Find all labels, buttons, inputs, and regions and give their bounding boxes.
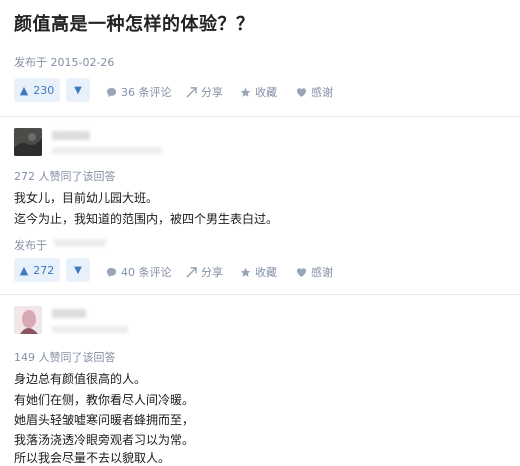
answer-vote-count: 272 (33, 263, 55, 277)
answer-upvote-button[interactable]: ▲ 272 (14, 258, 60, 282)
question-upvote-button[interactable]: ▲ 230 (14, 78, 60, 102)
question-downvote-button[interactable]: ▼ (66, 78, 90, 102)
question-collect-label: 收藏 (255, 86, 277, 99)
heart-icon (296, 87, 307, 97)
question-comments-label: 36 条评论 (121, 86, 172, 99)
answer-text-line: 所以我会尽量不去以貌取人。 (14, 451, 171, 465)
answer-comments-button[interactable]: 40 条评论 (106, 264, 172, 280)
star-icon (240, 87, 251, 97)
divider (0, 116, 520, 117)
answer-collect-label: 收藏 (255, 266, 277, 279)
question-comments-button[interactable]: 36 条评论 (106, 84, 172, 100)
author-bio-redacted (52, 147, 162, 154)
answer-thanks-label: 感谢 (311, 266, 333, 279)
answer-text-line: 我落汤浇透冷眼旁观者习以为常。 (14, 433, 195, 447)
answer-collect-button[interactable]: 收藏 (240, 264, 277, 280)
answer-text-line: 身边总有颜值很高的人。 (14, 372, 147, 386)
divider (0, 294, 520, 295)
arrow-up-icon: ▲ (19, 83, 29, 97)
question-vote-count: 230 (33, 83, 55, 97)
star-icon (240, 267, 251, 277)
author-bio-redacted (52, 326, 128, 333)
avatar-image (14, 306, 42, 334)
answer-likes-count: 149 人赞同了该回答 (14, 351, 116, 364)
question-thanks-button[interactable]: 感谢 (296, 84, 333, 100)
arrow-down-icon: ▼ (74, 264, 82, 276)
avatar[interactable] (14, 128, 42, 156)
question-share-button[interactable]: 分享 (186, 84, 223, 100)
avatar-image (14, 128, 42, 156)
answer-likes-count: 272 人赞同了该回答 (14, 170, 116, 183)
share-icon (186, 86, 197, 98)
answer-share-button[interactable]: 分享 (186, 264, 223, 280)
author-name-redacted (52, 131, 90, 140)
answer-text-line: 迄今为止，我知道的范围内，被四个男生表白过。 (14, 212, 279, 226)
answer-text-line: 有她们在侧，教你看尽人间冷暖。 (14, 393, 195, 407)
comment-bubble-icon (106, 87, 117, 97)
share-icon (186, 266, 197, 278)
question-collect-button[interactable]: 收藏 (240, 84, 277, 100)
answer-published-prefix: 发布于 (14, 239, 47, 252)
answer-text-line: 她眉头轻皱嘘寒问暖者蜂拥而至， (14, 413, 195, 427)
arrow-down-icon: ▼ (74, 84, 82, 96)
author-name-redacted (52, 309, 86, 318)
comment-bubble-icon (106, 267, 117, 277)
question-thanks-label: 感谢 (311, 86, 333, 99)
question-share-label: 分享 (201, 86, 223, 99)
answer-downvote-button[interactable]: ▼ (66, 258, 90, 282)
question-published-date: 发布于 2015-02-26 (14, 56, 115, 69)
arrow-up-icon: ▲ (19, 263, 29, 277)
answer-comments-label: 40 条评论 (121, 266, 172, 279)
heart-icon (296, 267, 307, 277)
answer-text-line: 我女儿，目前幼儿园大班。 (14, 191, 159, 205)
answer-published-date-redacted (54, 239, 106, 247)
avatar[interactable] (14, 306, 42, 334)
answer-thanks-button[interactable]: 感谢 (296, 264, 333, 280)
answer-share-label: 分享 (201, 266, 223, 279)
question-title[interactable]: 颜值高是一种怎样的体验？？ (14, 10, 255, 36)
